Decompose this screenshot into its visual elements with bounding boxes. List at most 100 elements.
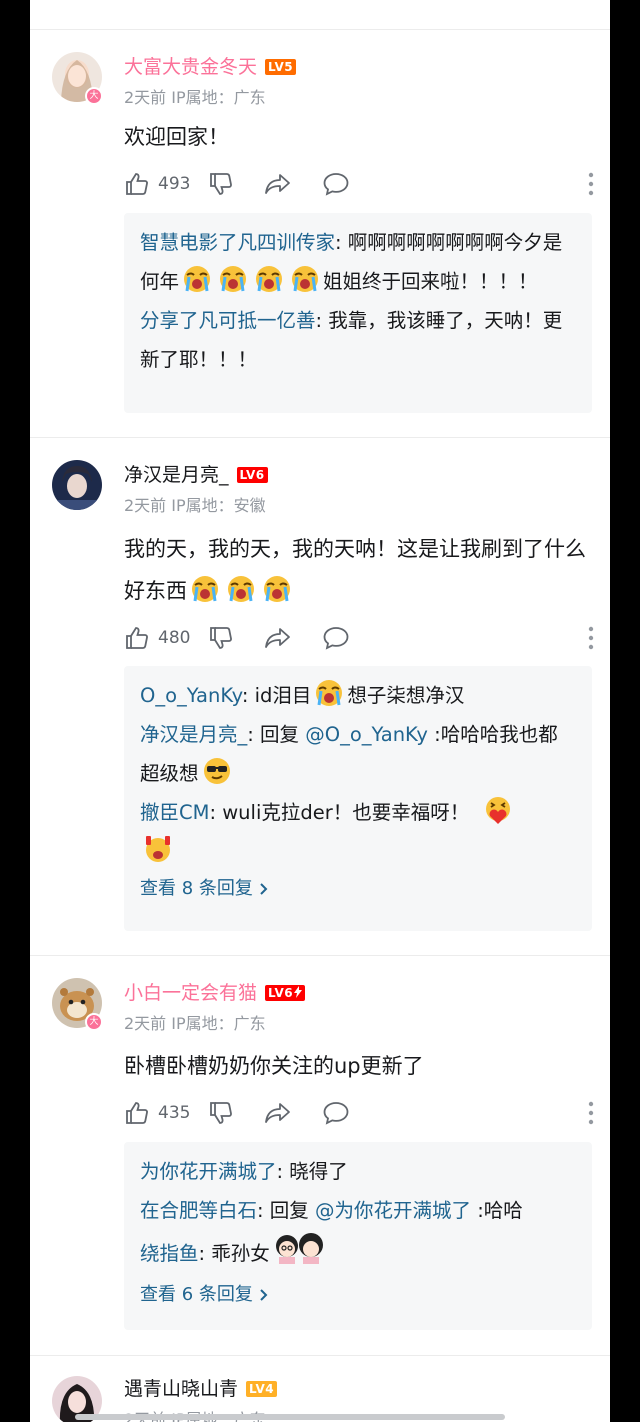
crying-emoji-icon [256,266,283,292]
thumb-down-icon [210,627,232,649]
level-badge: LV4 [246,1381,278,1397]
reply-username[interactable]: 分享了凡可抵一亿善 [140,309,316,332]
action-bar: 435 [124,1098,594,1128]
comment-bubble-icon [323,627,349,650]
reply-text: : 回复 [257,1199,315,1222]
reply-text: : 回复 [247,723,306,746]
reply-item[interactable]: 智慧电影了凡四训传家: 啊啊啊啊啊啊啊啊今夕是何年 姐姐终于回来啦！！！！ [140,223,576,301]
reply-button[interactable] [322,1100,350,1126]
reply-username[interactable]: O_o_YanKy [140,684,242,707]
comment-text: 卧槽卧槽奶奶你关注的up更新了 [124,1054,424,1078]
comment-item: 遇青山晓山青 LV4 2天前 IP属地：广东 [30,1356,610,1422]
ip-location: IP属地：广东 [171,1014,266,1033]
crying-emoji-icon [220,266,247,292]
comment-page: 大 大富大贵金冬天 LV5 2天前 IP属地：广东 欢迎回家！ 493 智慧电影… [30,0,610,1422]
username[interactable]: 大富大贵金冬天 [124,55,257,79]
reply-username[interactable]: 在合肥等白石 [140,1199,257,1222]
crying-emoji-icon [264,576,290,602]
two-girls-sticker-icon [275,1233,323,1264]
dislike-button[interactable] [208,1100,234,1126]
share-icon [265,628,290,648]
like-button[interactable]: 435 [124,1100,208,1126]
ip-location: IP属地：安徽 [171,496,266,515]
comment-text: 我的天，我的天，我的天呐！这是让我刷到了什么好东西 [124,528,594,612]
level-badge: LV6 [265,985,306,1001]
dislike-button[interactable] [208,625,234,651]
comment-meta: 2天前 IP属地：广东 [124,84,266,108]
vip-badge: 大 [85,87,103,105]
like-count: 493 [158,174,191,194]
thumb-down-icon [210,173,232,195]
chevron-right-icon [260,1289,268,1301]
reply-item[interactable]: 净汉是月亮_: 回复 @O_o_YanKy :哈哈哈我也都超级想 [140,715,576,793]
reply-item[interactable]: 撤臣CM: wuli克拉der！也要幸福呀！ [140,793,576,871]
reply-item[interactable]: 绕指鱼: 乖孙女 [140,1230,576,1277]
reply-text: : wuli克拉der！也要幸福呀！ [209,801,470,824]
action-bar: 493 [124,169,594,199]
comment-meta: 2天前 IP属地：安徽 [124,492,266,516]
action-bar: 480 [124,623,594,653]
time: 2天前 [124,496,167,515]
reply-box[interactable]: O_o_YanKy: id泪目 想子柒想净汉 净汉是月亮_: 回复 @O_o_Ya… [124,666,592,931]
reply-item[interactable]: 在合肥等白石: 回复 @为你花开满城了 :哈哈 [140,1191,576,1230]
crying-emoji-icon [228,576,254,602]
share-button[interactable] [264,625,292,651]
view-more-replies-link[interactable]: 查看 8 条回复 [140,871,576,907]
share-button[interactable] [264,171,292,197]
reply-username[interactable]: 撤臣CM [140,801,209,824]
crying-emoji-icon [192,576,218,602]
lightning-icon [294,986,303,998]
reply-text: :哈哈 [471,1199,523,1222]
reply-username[interactable]: 绕指鱼 [140,1242,199,1265]
more-vertical-icon [588,172,594,196]
reply-button[interactable] [322,625,350,651]
comment-text: 欢迎回家！ [124,125,229,149]
avatar[interactable] [52,460,102,510]
crying-emoji-icon [184,266,211,292]
cheering-emoji-icon [146,836,170,862]
reply-box[interactable]: 为你花开满城了: 晓得了 在合肥等白石: 回复 @为你花开满城了 :哈哈 绕指鱼… [124,1142,592,1330]
cool-sunglasses-emoji-icon [203,758,230,784]
username[interactable]: 小白一定会有猫 [124,981,257,1005]
username[interactable]: 净汉是月亮_ [124,463,229,487]
reply-box[interactable]: 智慧电影了凡四训传家: 啊啊啊啊啊啊啊啊今夕是何年 姐姐终于回来啦！！！！ 分享了… [124,213,592,413]
view-more-replies-link[interactable]: 查看 6 条回复 [140,1277,576,1313]
like-count: 480 [158,628,191,648]
comment-item: 净汉是月亮_ LV6 2天前 IP属地：安徽 我的天，我的天，我的天呐！这是让我… [30,438,610,956]
thumb-up-icon [126,627,148,649]
heart-hug-emoji-icon [486,797,511,824]
thumb-down-icon [210,1102,232,1124]
thumb-up-icon [126,1102,148,1124]
level-badge: LV6 [236,467,268,483]
reply-item[interactable]: 为你花开满城了: 晓得了 [140,1152,576,1191]
mention-link[interactable]: @O_o_YanKy [305,723,428,746]
comment-meta: 2天前 IP属地：广东 [124,1010,266,1034]
mention-link[interactable]: @为你花开满城了 [315,1199,471,1222]
username[interactable]: 遇青山晓山青 [124,1377,238,1401]
share-button[interactable] [264,1100,292,1126]
more-vertical-icon [588,1101,594,1125]
more-vertical-icon [588,626,594,650]
reply-item[interactable]: O_o_YanKy: id泪目 想子柒想净汉 [140,676,576,715]
comment-bubble-icon [323,1102,349,1125]
comment-item: 大 大富大贵金冬天 LV5 2天前 IP属地：广东 欢迎回家！ 493 智慧电影… [30,30,610,438]
reply-username[interactable]: 为你花开满城了 [140,1160,277,1183]
more-options-button[interactable] [588,172,594,200]
reply-username[interactable]: 智慧电影了凡四训传家 [140,231,335,254]
reply-username[interactable]: 净汉是月亮_ [140,723,247,746]
more-options-button[interactable] [588,1101,594,1129]
time: 2天前 [124,88,167,107]
vip-badge: 大 [85,1013,103,1031]
level-badge: LV5 [265,59,297,75]
reply-button[interactable] [322,171,350,197]
previous-comment-edge [30,0,610,30]
reply-item[interactable]: 分享了凡可抵一亿善: 我靠，我该睡了，天呐！更新了耶！！！ [140,301,576,379]
more-options-button[interactable] [588,626,594,654]
dislike-button[interactable] [208,171,234,197]
like-button[interactable]: 480 [124,625,208,651]
reply-text: 姐姐终于回来啦！！！！ [323,270,538,293]
horizontal-scrollbar[interactable] [75,1414,505,1420]
reply-text: : 晓得了 [276,1160,348,1183]
reply-text: : id泪目 [241,684,312,707]
like-button[interactable]: 493 [124,171,208,197]
